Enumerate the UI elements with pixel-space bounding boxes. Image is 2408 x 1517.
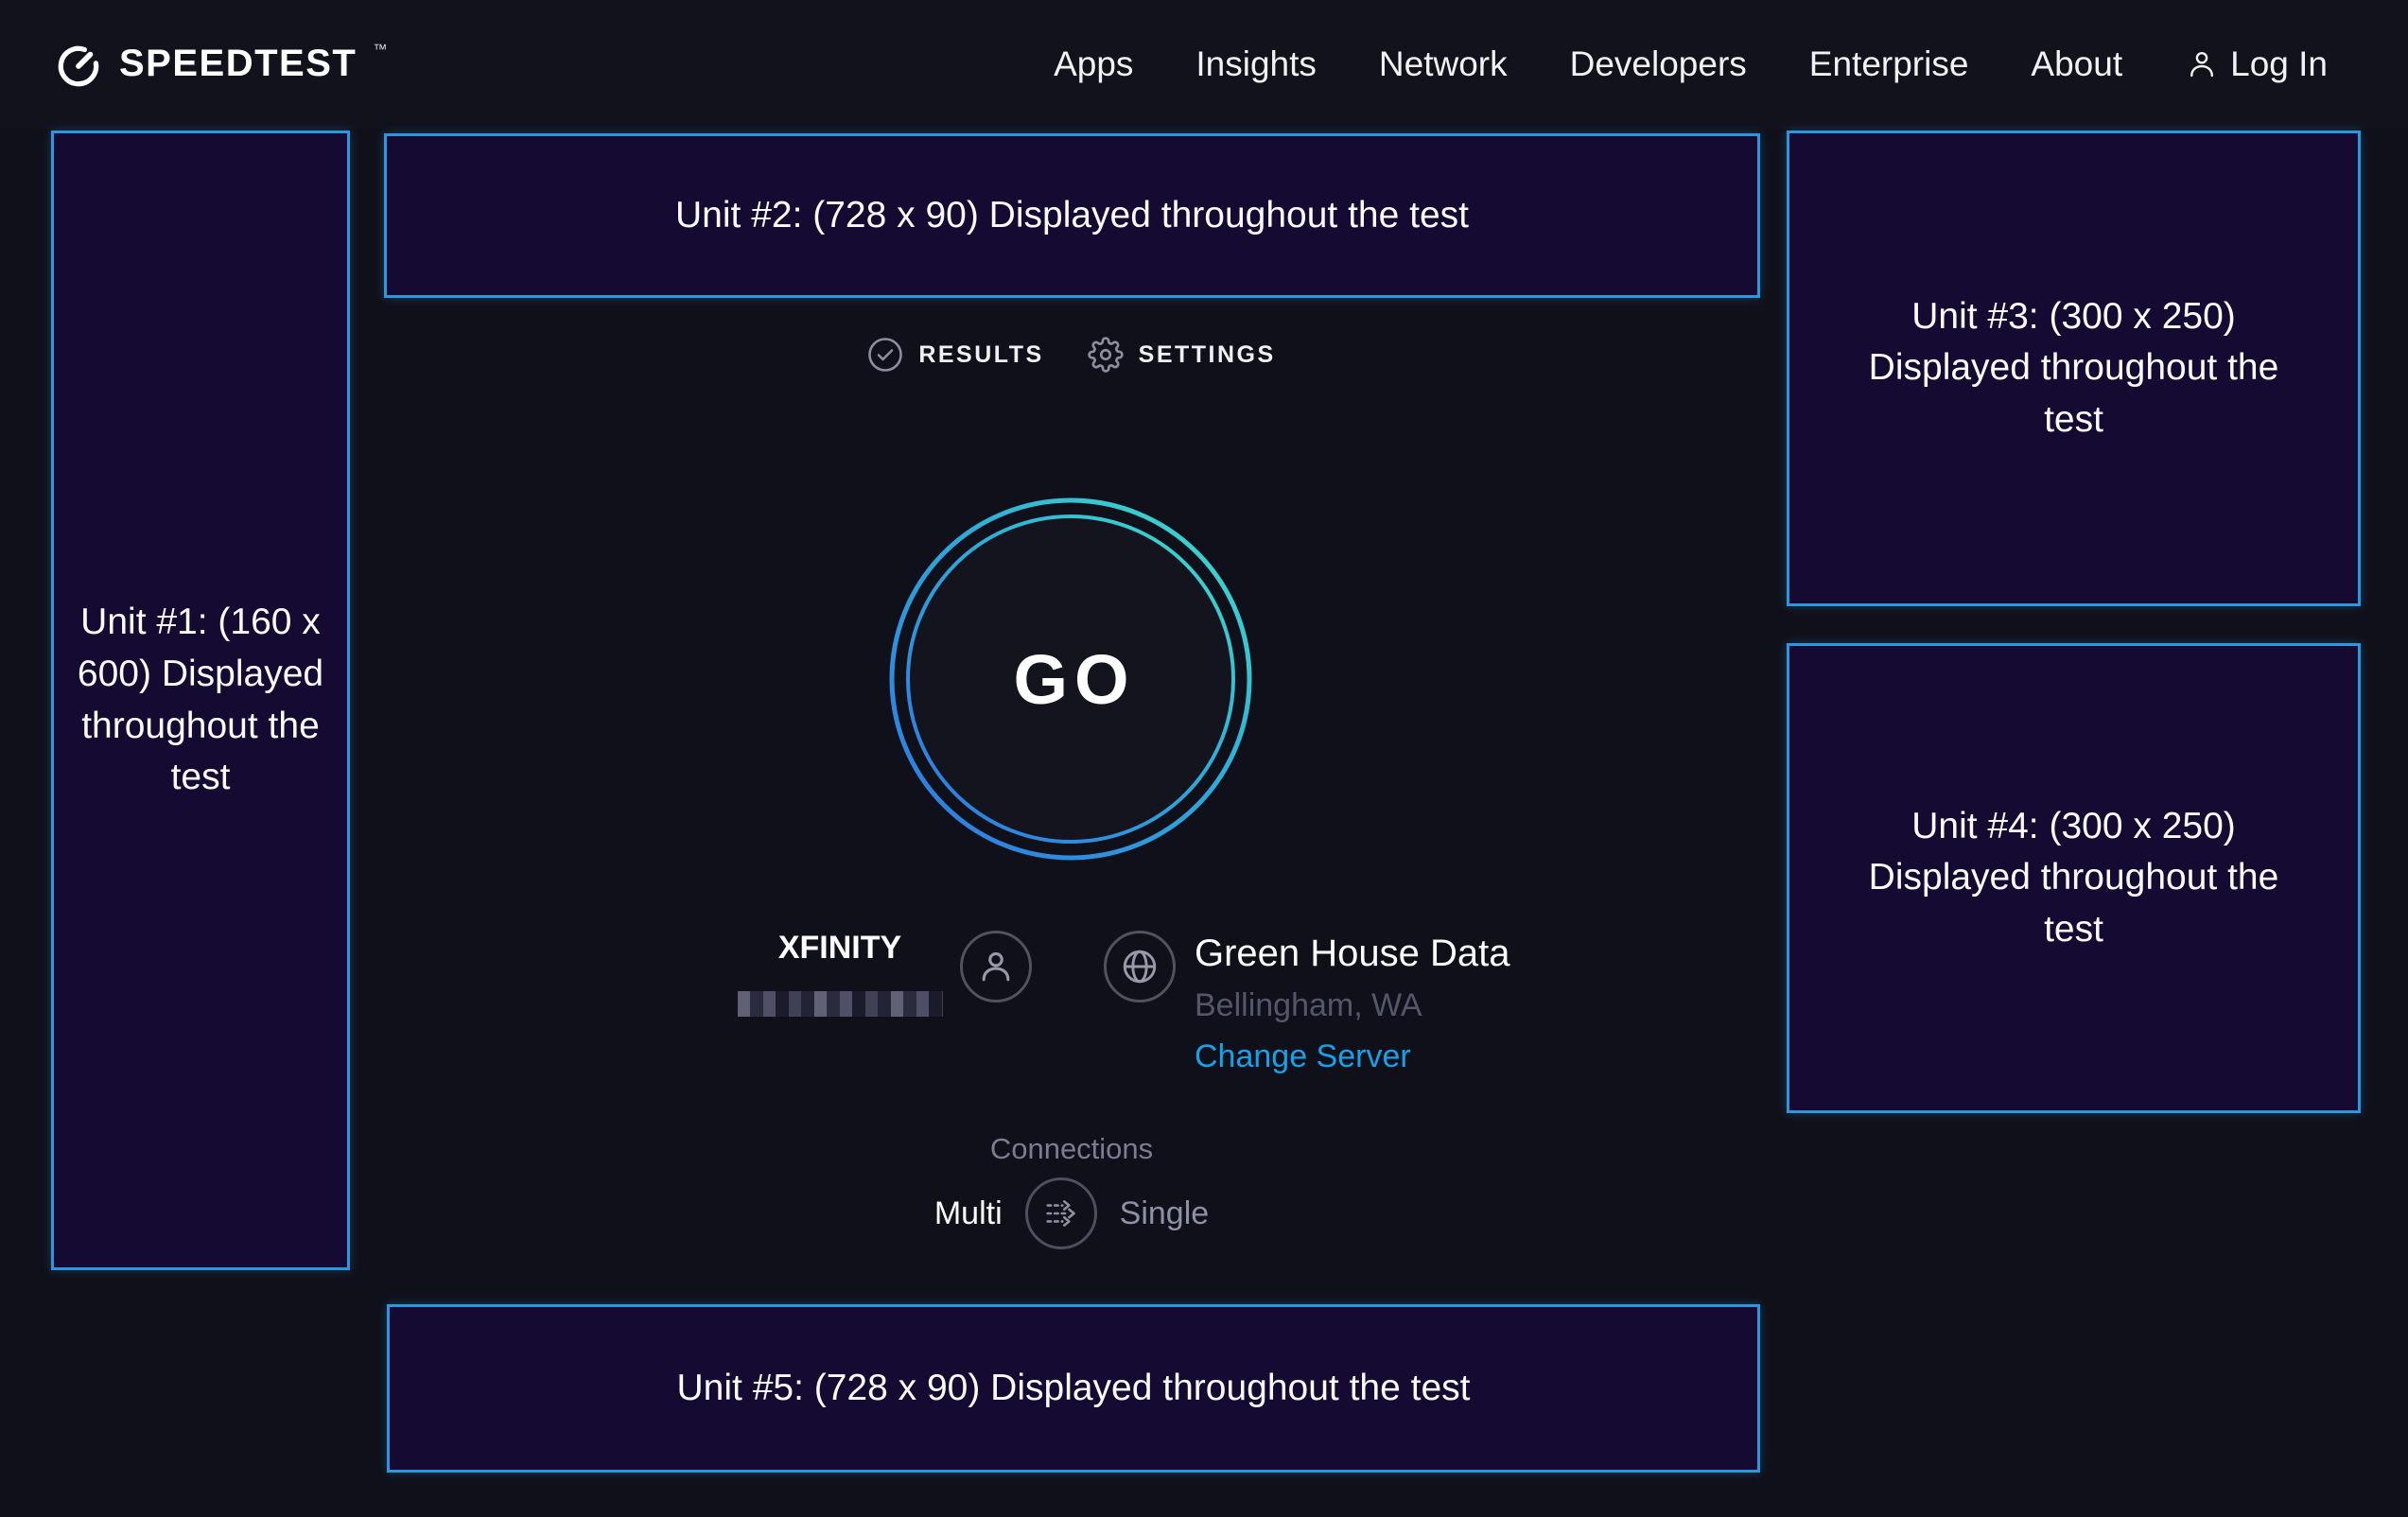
nav-item-about[interactable]: About (2031, 44, 2122, 84)
connections-mode-toggle[interactable] (1025, 1177, 1097, 1249)
connections-toggle-row: Multi Single (350, 1177, 1793, 1249)
top-nav: SPEEDTEST ™ Apps Insights Network Develo… (0, 0, 2408, 129)
logo-text: SPEEDTEST (119, 38, 357, 89)
nav-menu: Apps Insights Network Developers Enterpr… (1054, 44, 2328, 84)
speedtest-page: SPEEDTEST ™ Apps Insights Network Develo… (0, 0, 2408, 1517)
ad-unit-2-text: Unit #2: (728 x 90) Displayed throughout… (675, 190, 1469, 242)
ad-unit-3-text: Unit #3: (300 x 250) Displayed throughou… (1844, 291, 2303, 446)
server-name: Green House Data (1195, 933, 1510, 975)
logo[interactable]: SPEEDTEST ™ (53, 38, 387, 91)
tab-results-label: RESULTS (918, 341, 1043, 369)
server-globe-badge (1104, 931, 1176, 1003)
view-tabs: RESULTS SETTINGS (350, 337, 1793, 373)
isp-user-badge (960, 931, 1032, 1003)
multi-connection-arrows-icon (1037, 1189, 1086, 1238)
gear-icon (1088, 337, 1124, 373)
go-label: GO (888, 497, 1253, 862)
nav-item-network[interactable]: Network (1379, 44, 1508, 84)
ad-unit-2: Unit #2: (728 x 90) Displayed throughout… (384, 133, 1760, 298)
change-server-link[interactable]: Change Server (1195, 1038, 1411, 1075)
connections-single-option[interactable]: Single (1120, 1195, 1210, 1232)
tab-results[interactable]: RESULTS (867, 337, 1043, 373)
nav-item-enterprise[interactable]: Enterprise (1809, 44, 1969, 84)
speedtest-gauge-icon (53, 40, 104, 91)
connections-multi-option[interactable]: Multi (934, 1195, 1003, 1232)
globe-icon (1119, 946, 1160, 987)
server-location: Bellingham, WA (1195, 987, 1422, 1024)
connections-title: Connections (350, 1132, 1793, 1166)
tab-settings-label: SETTINGS (1139, 341, 1276, 369)
redacted-ip-address (738, 991, 943, 1017)
login-label: Log In (2230, 44, 2328, 84)
ad-unit-5-text: Unit #5: (728 x 90) Displayed throughout… (677, 1363, 1471, 1415)
ad-unit-1: Unit #1: (160 x 600) Displayed throughou… (51, 131, 350, 1270)
user-icon (975, 946, 1017, 987)
tab-settings[interactable]: SETTINGS (1088, 337, 1276, 373)
person-icon (2185, 47, 2219, 81)
ad-unit-4-text: Unit #4: (300 x 250) Displayed throughou… (1844, 801, 2303, 956)
nav-item-apps[interactable]: Apps (1054, 44, 1133, 84)
logo-trademark: ™ (373, 42, 387, 58)
nav-item-developers[interactable]: Developers (1570, 44, 1747, 84)
nav-item-insights[interactable]: Insights (1195, 44, 1317, 84)
ad-unit-1-text: Unit #1: (160 x 600) Displayed throughou… (58, 597, 343, 803)
ad-unit-5: Unit #5: (728 x 90) Displayed throughout… (387, 1304, 1760, 1473)
ad-unit-4: Unit #4: (300 x 250) Displayed throughou… (1787, 643, 2361, 1113)
check-circle-icon (867, 337, 903, 373)
login-button[interactable]: Log In (2185, 44, 2328, 84)
isp-name: XFINITY (726, 930, 953, 967)
ad-unit-3: Unit #3: (300 x 250) Displayed throughou… (1787, 131, 2361, 606)
go-button[interactable]: GO (888, 497, 1253, 862)
